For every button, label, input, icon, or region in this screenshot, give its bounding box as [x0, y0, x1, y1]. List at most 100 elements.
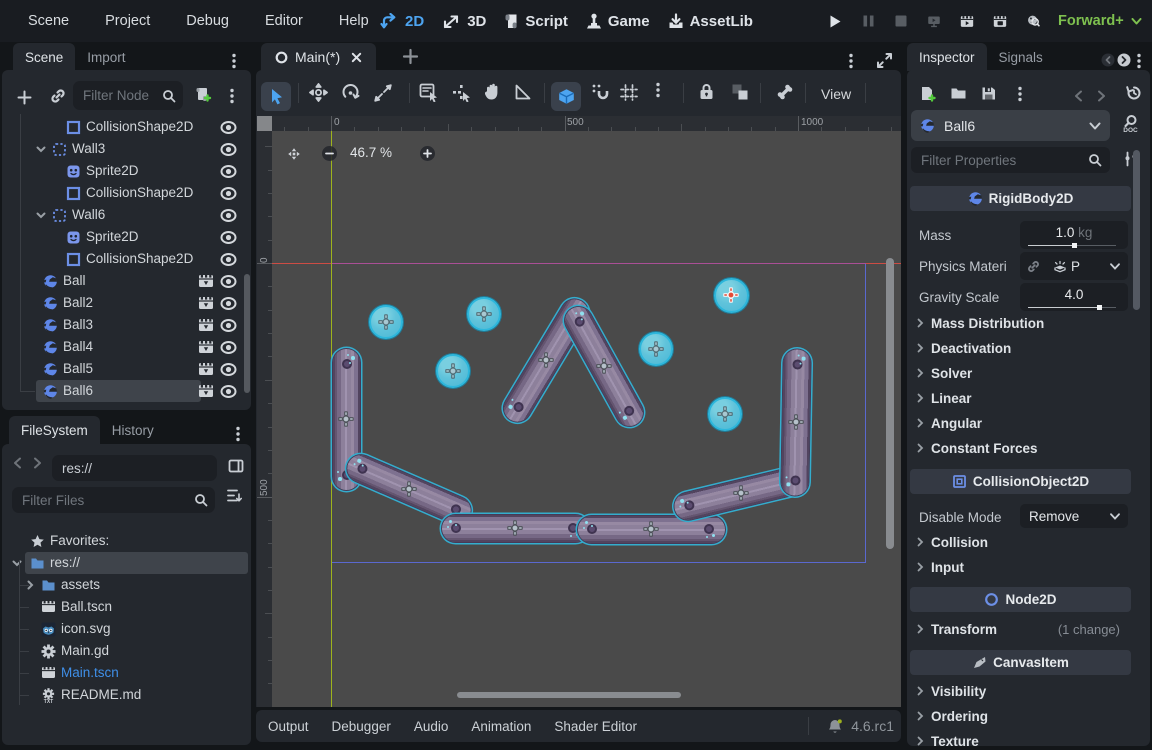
wall-position-gizmo[interactable] — [643, 521, 659, 537]
filesystem-dock-menu-icon[interactable] — [236, 426, 240, 442]
context-button-3d[interactable]: 3D — [442, 13, 486, 30]
play-button[interactable] — [828, 14, 842, 29]
toggle-grid[interactable] — [619, 83, 639, 102]
file-row-assets[interactable]: assets — [2, 574, 251, 596]
tab-inspector[interactable]: Inspector — [907, 43, 987, 71]
menu-editor[interactable]: Editor — [265, 13, 303, 29]
category-node2d[interactable]: Node2D — [910, 587, 1131, 612]
scene-tree-row-ball2[interactable]: Ball2 — [2, 292, 251, 314]
group-input[interactable]: Input — [917, 555, 1128, 579]
menu-debug[interactable]: Debug — [186, 13, 229, 29]
visibility-eye-icon[interactable] — [220, 297, 237, 310]
ball-position-gizmo[interactable] — [445, 363, 461, 379]
sort-files-icon[interactable] — [226, 488, 242, 503]
path-input[interactable]: res:// — [52, 455, 217, 481]
scene-tree-row-ball5[interactable]: Ball5 — [2, 358, 251, 380]
context-button-assetlib[interactable]: AssetLib — [668, 13, 753, 30]
visibility-eye-icon[interactable] — [220, 319, 237, 332]
file-row-ball-tscn[interactable]: Ball.tscn — [2, 596, 251, 618]
tab-filesystem[interactable]: FileSystem — [9, 416, 100, 444]
instance-scene-icon[interactable] — [50, 88, 66, 104]
context-button-game[interactable]: Game — [586, 13, 650, 30]
visibility-eye-icon[interactable] — [220, 275, 237, 288]
property-gravity-scale[interactable]: 4.0 — [1020, 283, 1128, 311]
group-angular[interactable]: Angular — [917, 411, 1128, 435]
tab-scene[interactable]: Scene — [13, 43, 75, 71]
group-transform[interactable]: Transform (1 change) — [917, 617, 1128, 641]
tool-select-list[interactable] — [419, 83, 439, 102]
slider-grabber[interactable] — [1072, 243, 1077, 248]
instanced-scene-icon[interactable] — [198, 340, 214, 354]
split-mode-icon[interactable] — [228, 458, 244, 474]
scene-tree-row-ball6[interactable]: Ball6 — [2, 380, 251, 402]
context-button-2d[interactable]: 2D — [380, 13, 424, 30]
scene-tree-menu-icon[interactable] — [230, 88, 234, 104]
wall-position-gizmo[interactable] — [733, 485, 749, 501]
filter-files-input[interactable]: Filter Files — [12, 487, 215, 513]
wall-position-gizmo[interactable] — [338, 411, 354, 427]
scene-tree-row-wall3[interactable]: Wall3 — [2, 138, 251, 160]
bottom-bar-output[interactable]: Output — [268, 719, 309, 734]
inspector-dock-menu-icon[interactable] — [1137, 53, 1141, 69]
menu-help[interactable]: Help — [339, 13, 369, 29]
visibility-eye-icon[interactable] — [220, 165, 237, 178]
expand-viewport-icon[interactable] — [876, 52, 893, 69]
collapse-chevron-icon[interactable] — [36, 146, 46, 153]
group-visibility[interactable]: Visibility — [917, 679, 1128, 703]
category-rigidbody2d[interactable]: RigidBody2D — [910, 186, 1131, 211]
scene-tree-row-collisionshape2d[interactable]: CollisionShape2D — [2, 182, 251, 204]
canvas-2d[interactable]: 46.7 % — [272, 131, 901, 707]
scene-tabs-menu-icon[interactable] — [849, 53, 853, 69]
scene-tree-row-sprite2d[interactable]: Sprite2D — [2, 160, 251, 182]
wall-position-gizmo[interactable] — [596, 358, 612, 374]
canvas-hscrollbar[interactable] — [457, 692, 681, 698]
renderer-dropdown[interactable]: Forward+ — [1058, 0, 1142, 42]
tool-select[interactable] — [261, 82, 291, 111]
tab-import[interactable]: Import — [75, 43, 137, 71]
file-row-icon-svg[interactable]: icon.svg — [2, 618, 251, 640]
tool-ruler[interactable] — [514, 83, 533, 101]
menu-scene[interactable]: Scene — [28, 13, 69, 29]
toggle-smart-snap[interactable] — [551, 82, 581, 111]
tab-history[interactable]: History — [100, 416, 166, 444]
ball-position-gizmo[interactable] — [648, 341, 664, 357]
group-ordering[interactable]: Ordering — [917, 704, 1128, 728]
scene-tab-main[interactable]: Main(*) — [261, 43, 376, 71]
inspector-scrollbar[interactable] — [1133, 150, 1140, 310]
scene-tree-row-wall6[interactable]: Wall6 — [2, 204, 251, 226]
add-node-icon[interactable] — [17, 90, 32, 105]
center-view-icon[interactable] — [286, 146, 302, 162]
group-collision[interactable]: Collision — [917, 530, 1128, 554]
scene-tree-row-ball3[interactable]: Ball3 — [2, 314, 251, 336]
scene-tree-row-collisionshape2d[interactable]: CollisionShape2D — [2, 248, 251, 270]
tool-rotate[interactable] — [341, 83, 360, 102]
category-canvasitem[interactable]: CanvasItem — [910, 650, 1131, 675]
collapse-chevron-icon[interactable] — [12, 560, 22, 567]
group-linear[interactable]: Linear — [917, 386, 1128, 410]
file-row-favorites-[interactable]: Favorites: — [2, 530, 251, 552]
nav-back-icon[interactable] — [13, 457, 22, 469]
group-deactivation[interactable]: Deactivation — [917, 336, 1128, 360]
movie-button[interactable] — [993, 14, 1007, 29]
bottom-bar-debugger[interactable]: Debugger — [332, 719, 391, 734]
ball-position-gizmo[interactable] — [717, 406, 733, 422]
toggle-grid-snap[interactable] — [591, 83, 609, 101]
scene-tree-row-ball[interactable]: Ball — [2, 270, 251, 292]
visibility-eye-icon[interactable] — [220, 363, 237, 376]
category-collisionobject2d[interactable]: CollisionObject2D — [910, 469, 1131, 494]
menu-project[interactable]: Project — [105, 13, 150, 29]
stop-button[interactable] — [894, 15, 908, 27]
bottom-bar-shader-editor[interactable]: Shader Editor — [554, 719, 637, 734]
file-row-main-gd[interactable]: Main.gd — [2, 640, 251, 662]
instanced-scene-icon[interactable] — [198, 318, 214, 332]
wall-position-gizmo[interactable] — [788, 414, 804, 430]
skeleton-options-icon[interactable] — [776, 83, 794, 101]
filter-node-input[interactable]: Filter Node — [73, 81, 183, 110]
instanced-scene-icon[interactable] — [198, 274, 214, 288]
collapse-chevron-icon[interactable] — [36, 212, 46, 219]
scene-tree-row-ball4[interactable]: Ball4 — [2, 336, 251, 358]
new-scene-tab-icon[interactable] — [402, 48, 419, 65]
visibility-eye-icon[interactable] — [220, 253, 237, 266]
visibility-eye-icon[interactable] — [220, 231, 237, 244]
zoom-in-button[interactable] — [420, 146, 435, 161]
